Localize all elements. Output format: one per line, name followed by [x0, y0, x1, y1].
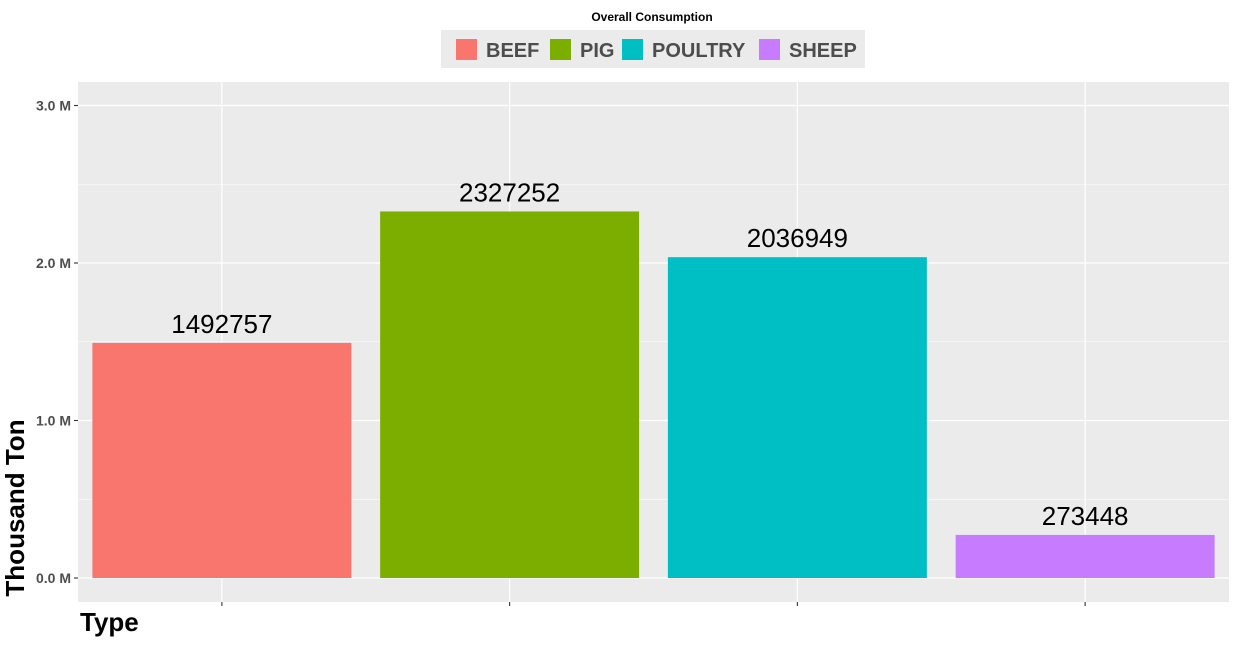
y-tick-label: 0.0 M [36, 570, 71, 586]
x-axis [221, 602, 1086, 606]
bar-pig [380, 211, 640, 578]
bar-sheep [955, 534, 1215, 578]
y-tick-label: 1.0 M [36, 413, 71, 429]
data-label-sheep: 273448 [1042, 501, 1129, 531]
x-axis-title: Type [80, 607, 139, 637]
bar-poultry [667, 257, 927, 578]
legend-key-beef [456, 39, 477, 60]
data-label-beef: 1492757 [171, 309, 272, 339]
y-axis-title: Thousand Ton [0, 419, 30, 596]
legend: BEEF PIG POULTRY SHEEP [456, 39, 857, 62]
legend-key-sheep [759, 39, 780, 60]
bar-chart: Overall Consumption BEEF PIG POULTRY SHEEP … [0, 10, 1229, 637]
legend-key-pig [550, 39, 571, 60]
legend-label-sheep: SHEEP [789, 40, 857, 62]
legend-key-poultry [622, 39, 643, 60]
legend-label-pig: PIG [580, 40, 614, 62]
y-tick-label: 2.0 M [36, 255, 71, 271]
y-axis: 0.0 M 1.0 M 2.0 M 3.0 M [36, 98, 78, 586]
data-label-pig: 2327252 [459, 177, 560, 207]
bar-beef [92, 342, 352, 578]
y-tick-label: 3.0 M [36, 98, 71, 114]
data-label-poultry: 2036949 [747, 223, 848, 253]
legend-label-beef: BEEF [486, 40, 539, 62]
chart-title: Overall Consumption [591, 10, 712, 24]
legend-label-poultry: POULTRY [652, 40, 746, 62]
